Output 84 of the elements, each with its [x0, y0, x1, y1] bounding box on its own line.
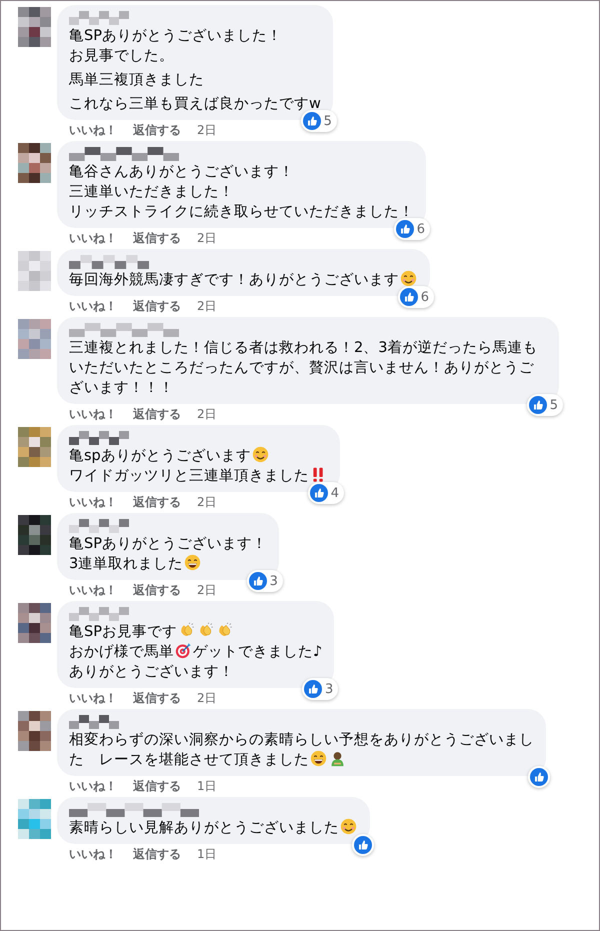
reaction-badge[interactable]: 6: [394, 218, 430, 240]
timestamp[interactable]: 2日: [197, 231, 217, 246]
reply-link[interactable]: 返信する: [133, 583, 181, 598]
reaction-badge[interactable]: [528, 766, 550, 788]
comment-text: ワイドガッツリと三連単頂きました: [69, 468, 309, 484]
reaction-count: 5: [324, 114, 333, 128]
reaction-badge[interactable]: 5: [300, 110, 337, 132]
blurred-name: [69, 11, 129, 25]
grinning-face-icon: [310, 750, 327, 767]
comment-text: お見事でした。: [69, 48, 174, 64]
reply-link[interactable]: 返信する: [133, 407, 181, 422]
comment-text: た レースを堪能させて頂きました: [69, 752, 309, 768]
reaction-count: 4: [330, 486, 340, 500]
timestamp[interactable]: 2日: [197, 691, 217, 706]
reaction-badge[interactable]: 4: [308, 482, 344, 504]
thumbs-up-icon: [396, 220, 414, 238]
thumbs-up-icon: [310, 484, 328, 502]
comment-text: 三連複とれました！信じる者は救われる！2、3着が逆だったら馬連もいただいたところだったんですが、贅沢は言いません！ありがとうございます！！！: [69, 340, 538, 396]
reaction-count: 3: [324, 682, 334, 696]
timestamp[interactable]: 2日: [197, 407, 217, 422]
grinning-face-icon: [184, 554, 202, 571]
reaction-badge[interactable]: 5: [526, 394, 563, 416]
like-link[interactable]: いいね！: [69, 299, 117, 314]
reaction-count: 6: [416, 222, 426, 236]
comment-text: これなら三単も買えば良かったですw: [69, 96, 321, 112]
like-link[interactable]: いいね！: [69, 495, 117, 510]
comment-text: 三連単いただきました！: [69, 184, 234, 200]
thumbs-up-icon: [530, 768, 548, 786]
like-link[interactable]: いいね！: [69, 779, 117, 794]
reply-link[interactable]: 返信する: [133, 779, 181, 794]
smiling-face-icon: [400, 270, 417, 287]
comment-text: 相変わらずの深い洞察からの素晴らしい予想をありがとうございまし: [69, 732, 534, 748]
like-link[interactable]: いいね！: [69, 847, 117, 862]
comment-text: 亀谷さんありがとうございます！: [69, 164, 294, 180]
blurred-name: [69, 715, 119, 729]
comment-text: リッチストライクに続き取らせていただきました！: [69, 204, 414, 220]
reaction-badge[interactable]: 3: [302, 678, 338, 700]
smiling-face-icon: [340, 818, 357, 835]
reply-link[interactable]: 返信する: [133, 847, 181, 862]
comment-text: 素晴らしい見解ありがとうございました: [69, 820, 339, 836]
like-link[interactable]: いいね！: [69, 123, 117, 138]
comment-text: おかげ様で馬単: [69, 644, 174, 660]
like-link[interactable]: いいね！: [69, 583, 117, 598]
timestamp[interactable]: 1日: [197, 847, 217, 862]
reaction-count: 3: [270, 574, 279, 588]
timestamp[interactable]: 2日: [197, 495, 217, 510]
reply-link[interactable]: 返信する: [133, 299, 181, 314]
comment-text: 馬単三複頂きました: [69, 72, 204, 88]
reaction-badge[interactable]: 3: [246, 570, 283, 592]
reply-link[interactable]: 返信する: [133, 691, 181, 706]
blurred-name: [69, 607, 129, 621]
thumbs-up-icon: [354, 836, 372, 854]
thumbs-up-icon: [400, 288, 418, 306]
timestamp[interactable]: 2日: [197, 123, 217, 138]
target-icon: [175, 642, 192, 659]
comment-text: 毎回海外競馬凄すぎです！ありがとうございます: [69, 272, 399, 288]
thumbs-up-icon: [304, 680, 322, 698]
timestamp[interactable]: 1日: [197, 779, 217, 794]
blurred-name: [69, 431, 129, 445]
comment-text: ゲットできました♪: [193, 644, 322, 660]
reaction-count: 5: [550, 398, 559, 412]
thumbs-up-icon: [528, 396, 547, 414]
comment-text: 3連単取れました: [69, 556, 184, 572]
like-link[interactable]: いいね！: [69, 231, 117, 246]
reaction-badge[interactable]: 6: [398, 286, 434, 308]
reaction-count: 6: [420, 290, 430, 304]
comment-text: 亀SPお見事です: [69, 624, 177, 640]
bowing-person-icon: [329, 750, 346, 767]
reply-link[interactable]: 返信する: [133, 123, 181, 138]
reaction-badge[interactable]: [352, 834, 374, 856]
thumbs-up-icon: [248, 572, 267, 590]
reply-link[interactable]: 返信する: [133, 495, 181, 510]
comment-text: 亀spありがとうございます: [69, 448, 251, 464]
timestamp[interactable]: 2日: [197, 299, 217, 314]
blurred-name: [69, 519, 129, 533]
like-link[interactable]: いいね！: [69, 407, 117, 422]
comment-text: ありがとうございます！: [69, 664, 234, 680]
like-link[interactable]: いいね！: [69, 691, 117, 706]
thumbs-up-icon: [302, 112, 321, 130]
reply-link[interactable]: 返信する: [133, 231, 181, 246]
comment-text: 亀SPありがとうございます！: [69, 536, 267, 552]
timestamp[interactable]: 2日: [197, 583, 217, 598]
smiling-face-icon: [252, 446, 269, 463]
comment-text: 亀SPありがとうございました！: [69, 28, 282, 44]
